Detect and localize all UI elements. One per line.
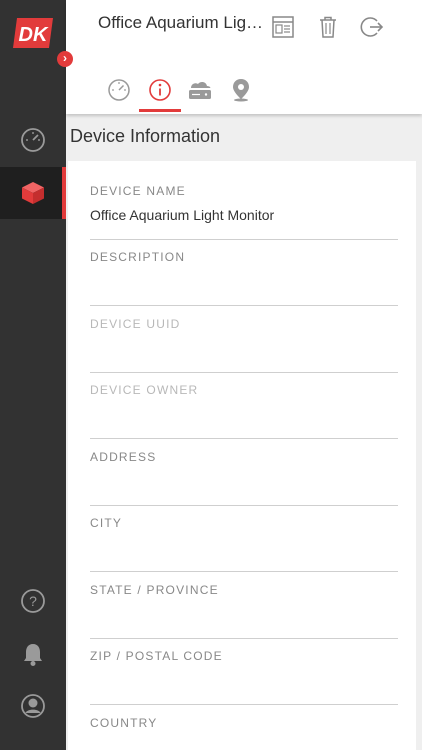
- sidebar-item-devices[interactable]: [0, 167, 66, 219]
- zip-postal-code-field[interactable]: ZIP / POSTAL CODE: [90, 643, 398, 705]
- device-name-input[interactable]: Office Aquarium Light Monitor: [90, 207, 274, 223]
- device-uuid-field: DEVICE UUID: [90, 311, 398, 373]
- field-label: DESCRIPTION: [90, 250, 186, 264]
- info-icon: [149, 79, 171, 101]
- field-label: STATE / PROVINCE: [90, 583, 219, 597]
- field-label: DEVICE OWNER: [90, 383, 199, 397]
- sidebar-item-account[interactable]: [0, 680, 66, 732]
- device-name-field[interactable]: DEVICE NAME Office Aquarium Light Monito…: [90, 178, 398, 240]
- sidebar-item-notifications[interactable]: [0, 628, 66, 680]
- speedometer-icon: [108, 79, 130, 101]
- svg-text:DK: DK: [19, 24, 49, 46]
- svg-text:?: ?: [29, 593, 37, 609]
- device-info-form: DEVICE NAME Office Aquarium Light Monito…: [68, 161, 416, 750]
- field-label: ADDRESS: [90, 450, 157, 464]
- logout-button[interactable]: [360, 15, 386, 41]
- field-label: ZIP / POSTAL CODE: [90, 649, 223, 663]
- section-title: Device Information: [70, 126, 221, 146]
- speedometer-icon: [21, 128, 45, 152]
- city-field[interactable]: CITY: [90, 510, 398, 572]
- sidebar: DK ?: [0, 0, 66, 750]
- sidebar-item-help[interactable]: ?: [0, 575, 66, 627]
- field-label: DEVICE UUID: [90, 317, 181, 331]
- description-field[interactable]: DESCRIPTION: [90, 244, 398, 306]
- device-owner-field: DEVICE OWNER: [90, 377, 398, 439]
- sidebar-toggle-button[interactable]: ›: [57, 51, 73, 67]
- tab-location[interactable]: [226, 78, 256, 106]
- page-title: Office Aquarium Light Monitor: [98, 13, 266, 32]
- field-label: DEVICE NAME: [90, 184, 186, 198]
- cube-icon: [22, 182, 44, 204]
- tab-info[interactable]: [139, 78, 181, 112]
- address-field[interactable]: ADDRESS: [90, 444, 398, 506]
- bell-icon: [24, 644, 42, 666]
- field-label: CITY: [90, 516, 123, 530]
- state-province-field[interactable]: STATE / PROVINCE: [90, 577, 398, 639]
- dashboard-layout-icon: [272, 16, 294, 38]
- header: Office Aquarium Light Monitor: [66, 0, 422, 114]
- dk-logo[interactable]: DK: [11, 16, 55, 50]
- user-icon: [21, 694, 45, 718]
- field-label: COUNTRY: [90, 716, 158, 730]
- tab-dashboard[interactable]: [104, 78, 134, 106]
- trash-icon: [320, 16, 336, 38]
- location-pin-icon: [233, 79, 249, 102]
- storage-icon: [189, 81, 211, 99]
- dashboard-layout-button[interactable]: [271, 15, 297, 41]
- sidebar-item-dashboard[interactable]: [0, 114, 66, 166]
- main-content: Device Information DEVICE NAME Office Aq…: [66, 114, 422, 750]
- delete-button[interactable]: [316, 15, 342, 41]
- tab-storage[interactable]: [185, 78, 215, 106]
- country-field[interactable]: COUNTRY: [90, 710, 398, 750]
- logout-icon: [360, 17, 384, 37]
- help-icon: ?: [21, 589, 45, 613]
